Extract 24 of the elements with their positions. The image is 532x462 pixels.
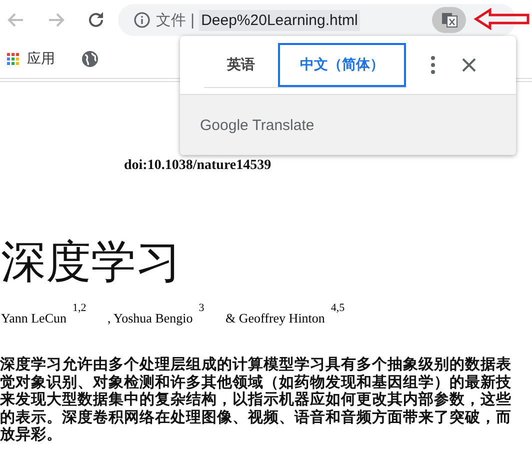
separator: | bbox=[190, 11, 196, 29]
language-tab[interactable]: 英语 bbox=[204, 42, 278, 86]
address-bar[interactable]: 文件 | Deep%20Learning.html bbox=[118, 4, 516, 36]
article-title: 深度学习 bbox=[1, 236, 182, 288]
language-tab[interactable]: 中文（简体） bbox=[278, 42, 406, 86]
arrow-icon bbox=[474, 8, 530, 30]
abstract-line: 觉对象识别、对象检测和许多其他领域（如药物发现和基因组学）的最新技 bbox=[0, 374, 512, 391]
info-icon[interactable] bbox=[134, 12, 150, 28]
abstract-line: 的表示。深度卷积网络在处理图像、视频、语音和音频方面带来了突破，而 bbox=[0, 408, 512, 426]
more-icon[interactable] bbox=[430, 55, 436, 75]
reload-icon[interactable] bbox=[86, 10, 106, 30]
apps-grid-icon[interactable] bbox=[7, 53, 19, 65]
abstract-line: 深度学习允许由多个处理层组成的计算模型学习具有多个抽象级别的数据表 bbox=[0, 356, 512, 374]
close-icon[interactable] bbox=[462, 58, 476, 72]
bookmark-label[interactable]: 应用 bbox=[27, 50, 55, 68]
globe-icon[interactable] bbox=[81, 50, 99, 68]
doi-text: doi:10.1038/nature14539 bbox=[124, 158, 272, 174]
security-label: 文件 bbox=[156, 10, 186, 30]
url-text: Deep%20Learning.html bbox=[199, 10, 360, 30]
abstract-line: 放异彩。 bbox=[0, 426, 62, 444]
branding-text: Google Translate bbox=[200, 116, 314, 134]
translate-icon[interactable] bbox=[432, 7, 466, 33]
abstract-line: 来发现大型数据集中的复杂结构，以指示机器应如何更改其内部参数，这些 bbox=[0, 391, 512, 409]
author-list: Yann LeCun $^{1,2}$ , Yoshua Bengio $^{3}$ & Geoffrey Hinton $^{4,5}$ bbox=[1, 306, 532, 326]
